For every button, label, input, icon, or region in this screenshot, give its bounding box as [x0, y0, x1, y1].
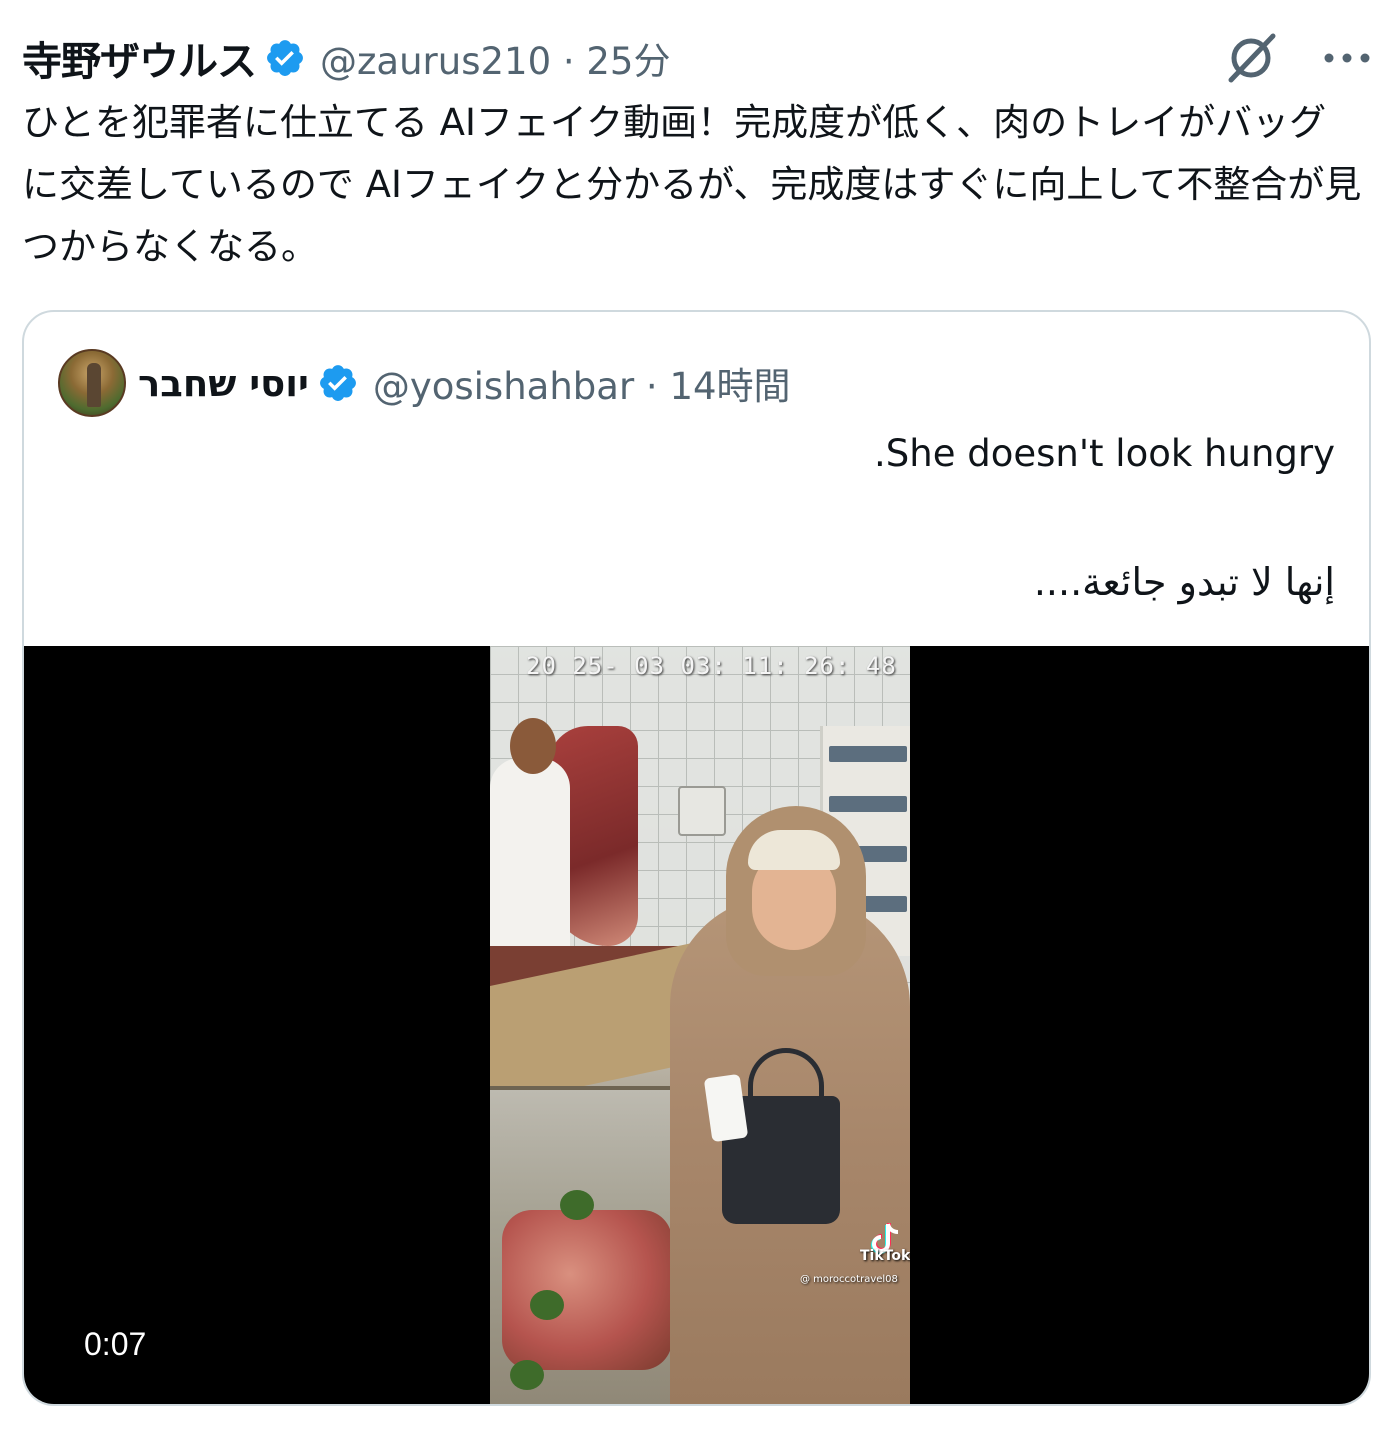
tiktok-username: @ moroccotravel08	[800, 1274, 898, 1285]
tweet-text: ひとを犯罪者に仕立てる AIフェイク動画！完成度が低く、肉のトレイがバッグに交差…	[22, 101, 1362, 268]
author-name[interactable]: 寺野ザウルス	[22, 29, 257, 87]
butcher	[490, 758, 570, 958]
quoted-text-arabic: إنها لا تبدو جائعة....	[1033, 560, 1335, 604]
video-duration: 0:07	[84, 1326, 147, 1362]
display-case	[490, 1086, 700, 1404]
more-icon[interactable]	[1323, 48, 1371, 68]
herb	[510, 1360, 544, 1390]
header-actions	[1223, 30, 1371, 86]
scale	[678, 786, 726, 836]
quoted-tweet-header: יוסי שחבר @yosishahbar · 14時間	[58, 348, 791, 418]
herb	[560, 1190, 594, 1220]
author-handle-time[interactable]: @zaurus210 · 25分	[320, 31, 670, 85]
woman-hair	[748, 830, 840, 870]
video-frame: 20 25- 03 03: 11: 26: 48 TikTok @ morocc…	[490, 646, 910, 1404]
video-player[interactable]: 20 25- 03 03: 11: 26: 48 TikTok @ morocc…	[24, 646, 1369, 1404]
verified-badge-icon	[319, 365, 356, 401]
quoted-tweet-card[interactable]: יוסי שחבר @yosishahbar · 14時間 .She doesn…	[22, 310, 1371, 1406]
quoted-author-handle-time[interactable]: @yosishahbar · 14時間	[373, 356, 791, 410]
quoted-text-english: .She doesn't look hungry	[874, 432, 1335, 475]
herb	[530, 1290, 564, 1320]
tiktok-watermark: TikTok	[860, 1248, 910, 1264]
tweet-header: 寺野ザウルス @zaurus210 · 25分	[22, 28, 670, 88]
verified-badge-icon	[267, 40, 303, 76]
quoted-author-name[interactable]: יוסי שחבר	[138, 362, 309, 405]
grok-icon[interactable]	[1223, 30, 1279, 86]
meat-cuts	[502, 1210, 672, 1370]
video-overlay-timestamp: 20 25- 03 03: 11: 26: 48	[526, 652, 897, 680]
avatar[interactable]	[58, 349, 126, 417]
butcher-head	[510, 718, 556, 774]
tweet: 寺野ザウルス @zaurus210 · 25分 ひとを犯罪者に仕立てる AIフェ…	[0, 0, 1397, 1438]
